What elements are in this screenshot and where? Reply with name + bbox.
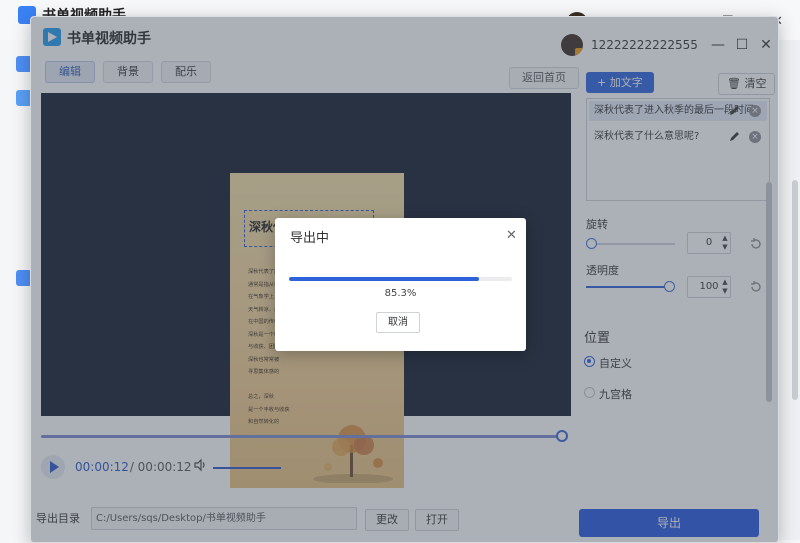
dialog-close-icon[interactable]: ✕	[506, 228, 517, 243]
export-progress-dialog: 导出中 ✕ 85.3% 取消	[275, 218, 526, 351]
export-progress-fill	[289, 277, 480, 281]
export-percent: 85.3%	[384, 288, 417, 299]
cancel-button[interactable]: 取消	[376, 312, 420, 333]
background-scrollbar[interactable]	[792, 180, 798, 400]
editor-window: 书单视频助手 12222222222555 — ☐ ✕ 编辑 背景 配乐 返回首…	[30, 16, 779, 543]
dialog-title: 导出中	[290, 231, 330, 246]
export-progress-bar	[289, 277, 512, 281]
